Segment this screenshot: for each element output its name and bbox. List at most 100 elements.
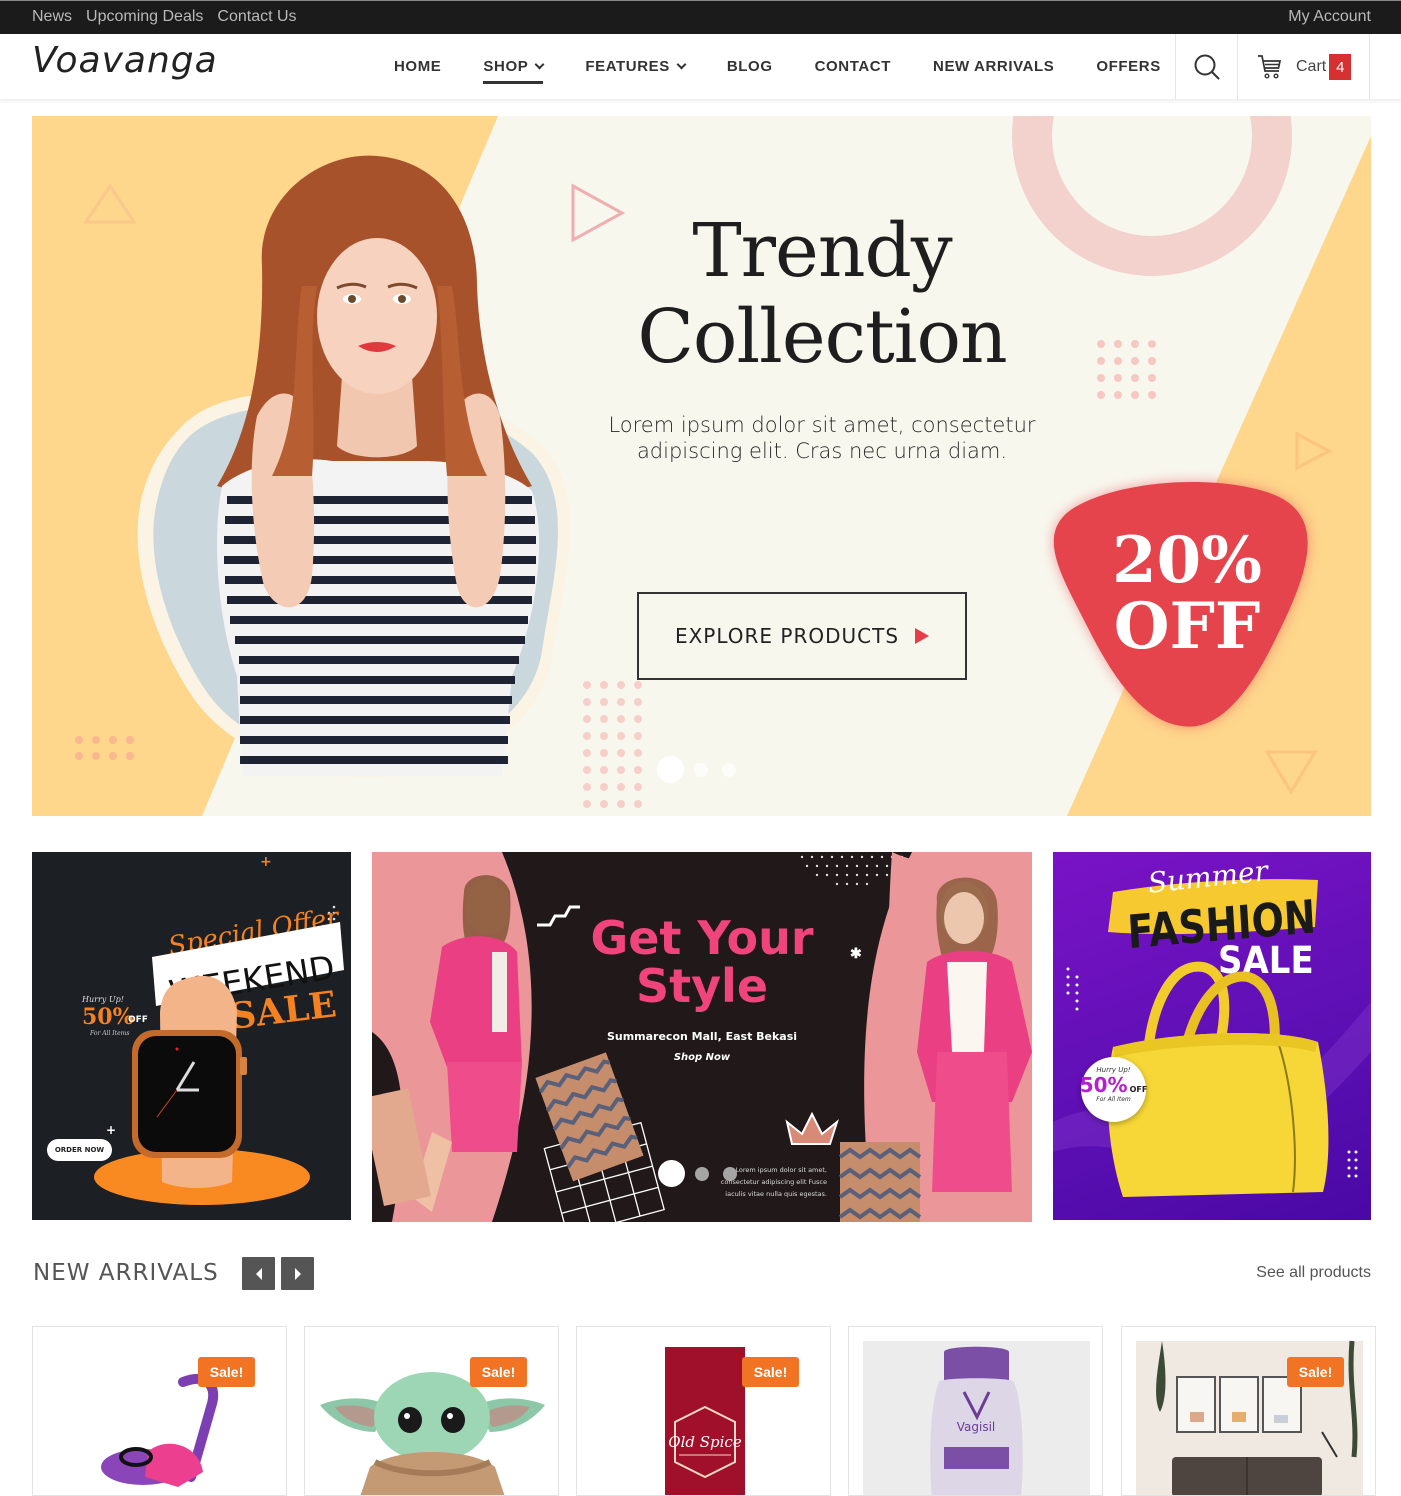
nav-offers[interactable]: OFFERS: [1096, 58, 1160, 75]
location-text: Summarecon Mall, East Bekasi: [606, 1030, 798, 1043]
top-link-contact-us[interactable]: Contact Us: [217, 8, 296, 26]
hero-title-line: Trendy: [692, 208, 952, 294]
slide-dot-1[interactable]: [657, 756, 684, 783]
top-link-news[interactable]: News: [32, 8, 72, 26]
main-header: Voavanga HOME SHOP FEATURES BLOG CONTACT…: [0, 34, 1401, 100]
slide-dot-2[interactable]: [694, 762, 708, 777]
see-all-products-link[interactable]: See all products: [1256, 1264, 1371, 1282]
pink-ring: [1012, 116, 1292, 276]
my-account-link[interactable]: My Account: [1288, 8, 1371, 25]
tag-value: 50%: [1079, 1073, 1128, 1097]
cart-icon: [1258, 55, 1282, 79]
nav-shop[interactable]: SHOP: [483, 58, 545, 84]
search-icon: [1194, 54, 1220, 80]
product-image-ride-on-toy: [101, 1373, 219, 1487]
model-illustration: [217, 155, 540, 776]
carousel-next-button[interactable]: [281, 1257, 314, 1290]
headline-line: Get Your: [590, 911, 814, 965]
main-nav: HOME SHOP FEATURES BLOG CONTACT NEW ARRI…: [394, 58, 1203, 84]
svg-text:Vagisil: Vagisil: [957, 1420, 996, 1434]
nav-label: NEW ARRIVALS: [933, 58, 1055, 75]
nav-features[interactable]: FEATURES: [585, 58, 687, 75]
promo-slide-dots: [658, 1160, 737, 1187]
search-button[interactable]: [1177, 34, 1237, 100]
product-card[interactable]: Sale!: [1121, 1326, 1376, 1496]
hero-slider[interactable]: Trendy Collection Lorem ipsum dolor sit …: [32, 116, 1371, 816]
dot-grid: [583, 681, 642, 808]
discount-value: 20%: [1112, 523, 1262, 598]
nav-blog[interactable]: BLOG: [727, 58, 773, 75]
nav-label: FEATURES: [585, 58, 670, 75]
promo-weekend-sale[interactable]: + + Special Offer WEEKEND SALE Hurry Up!…: [32, 852, 351, 1220]
sale-badge: Sale!: [470, 1357, 527, 1387]
product-image-wall-art: [1136, 1340, 1363, 1495]
top-bar: News Upcoming Deals Contact Us My Accoun…: [0, 0, 1401, 34]
nav-label: BLOG: [726, 58, 773, 75]
nav-home[interactable]: HOME: [394, 58, 441, 75]
promo-get-your-style[interactable]: ✱ Get Your Style Summarecon Mall, East B…: [372, 852, 1032, 1222]
promo-summer-fashion-sale[interactable]: Summer FASHION SALE Hurry Up! 50% OFF Fo…: [1053, 852, 1371, 1220]
discount-off: OFF: [1113, 589, 1261, 664]
product-image-vagisil: Vagisil: [863, 1341, 1090, 1495]
svg-text:OFF: OFF: [128, 1015, 148, 1025]
top-links: News Upcoming Deals Contact Us: [32, 8, 297, 26]
slide-dot-1[interactable]: [658, 1160, 685, 1187]
summer-fashion-art: Summer FASHION SALE: [1053, 854, 1371, 1197]
product-image-plush-toy: [320, 1372, 545, 1495]
tag-bottom: For All Item: [1096, 1096, 1131, 1103]
product-image-old-spice: Old Spice: [665, 1347, 745, 1495]
hero-slide-dots: [657, 756, 736, 783]
svg-text:For All Items: For All Items: [89, 1030, 129, 1037]
site-logo[interactable]: Voavanga: [32, 40, 218, 81]
hero-title: Trendy Collection: [592, 208, 1052, 380]
order-now-button[interactable]: ORDER NOW: [47, 1139, 112, 1161]
svg-text:50%: 50%: [82, 1004, 134, 1030]
product-card[interactable]: Sale!: [304, 1326, 559, 1496]
arrow-left-icon: [255, 1267, 262, 1280]
svg-text:Hurry Up!: Hurry Up!: [81, 995, 124, 1004]
product-card[interactable]: Old Spice Sale!: [576, 1326, 831, 1496]
nav-contact[interactable]: CONTACT: [815, 58, 891, 75]
weekend-sale-art: + + Special Offer WEEKEND SALE Hurry Up!…: [81, 854, 344, 1205]
nav-label: HOME: [394, 58, 442, 75]
sale-badge: Sale!: [1287, 1357, 1344, 1387]
svg-text:+: +: [260, 854, 272, 870]
chevron-down-icon: [676, 59, 687, 70]
header-divider: [1175, 34, 1176, 100]
carousel-prev-button[interactable]: [242, 1257, 275, 1290]
dot-grid: [1097, 340, 1156, 399]
cart-button[interactable]: Cart 4: [1239, 34, 1369, 100]
slide-dot-3[interactable]: [723, 1166, 737, 1181]
hero-description: Lorem ipsum dolor sit amet, consectetur …: [608, 413, 1036, 463]
sale-badge: Sale!: [742, 1357, 799, 1387]
shop-now-link[interactable]: Shop Now: [552, 1052, 852, 1063]
discount-badge: 20% OFF: [1062, 528, 1312, 660]
svg-text:+: +: [106, 1123, 116, 1137]
new-arrivals-title: NEW ARRIVALS: [33, 1260, 219, 1286]
hero-title-line: Collection: [637, 294, 1007, 380]
discount-tag: Hurry Up! 50% OFF For All Item: [1079, 1057, 1148, 1122]
top-link-upcoming-deals[interactable]: Upcoming Deals: [86, 8, 203, 26]
tag-off: OFF: [1129, 1085, 1148, 1094]
nav-label: OFFERS: [1096, 58, 1161, 75]
sale-badge: Sale!: [198, 1357, 255, 1387]
explore-products-label: EXPLORE PRODUCTS: [674, 624, 900, 648]
cart-label: Cart: [1296, 58, 1327, 75]
chevron-down-icon: [534, 59, 545, 70]
product-card[interactable]: Vagisil: [848, 1326, 1103, 1496]
explore-products-button[interactable]: EXPLORE PRODUCTS: [637, 592, 967, 680]
product-card[interactable]: Sale!: [32, 1326, 287, 1496]
nav-label: SHOP: [483, 58, 529, 75]
svg-text:Old Spice: Old Spice: [668, 1433, 742, 1451]
nav-label: CONTACT: [814, 58, 892, 75]
header-divider: [1369, 34, 1370, 100]
headline-line: Style: [635, 959, 769, 1013]
slide-dot-3[interactable]: [722, 762, 736, 777]
nav-new-arrivals[interactable]: NEW ARRIVALS: [933, 58, 1054, 75]
get-your-style-headline: Get Your Style: [552, 914, 852, 1010]
play-arrow-icon: [915, 628, 930, 644]
header-divider: [1237, 34, 1238, 100]
slide-dot-2[interactable]: [695, 1166, 709, 1181]
cart-count-badge: 4: [1329, 54, 1352, 80]
arrow-right-icon: [294, 1267, 301, 1280]
